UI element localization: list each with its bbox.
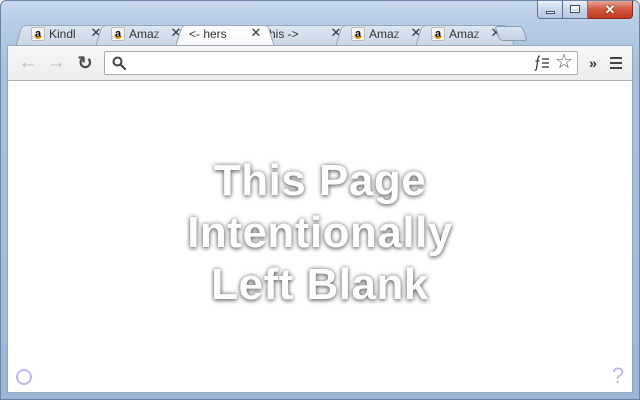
close-icon: ✕	[604, 2, 616, 17]
help-icon[interactable]: ?	[610, 364, 626, 388]
tab-strip: a Kindl ✕ a Amaz ✕ his -> ✕ a Amaz ✕ a A…	[1, 19, 639, 47]
back-button[interactable]: ←	[17, 53, 39, 73]
blank-page-message: This Page Intentionally Left Blank	[8, 155, 632, 311]
tab-title: Amaz	[369, 27, 400, 41]
window-caption-buttons: ✕	[537, 1, 633, 20]
amazon-favicon-icon: a	[431, 27, 445, 41]
forward-button[interactable]: →	[45, 53, 67, 73]
tab-hers[interactable]: <- hers ✕	[175, 21, 275, 47]
amazon-favicon-icon: a	[351, 27, 365, 41]
new-tab-button[interactable]	[494, 26, 528, 41]
message-line: This Page	[213, 156, 427, 205]
maximize-button[interactable]	[563, 1, 588, 19]
extensions-overflow-button[interactable]: »	[586, 54, 600, 72]
tab-title: <- hers	[189, 27, 227, 41]
tab-title: Amaz	[449, 27, 480, 41]
message-line: Intentionally	[187, 208, 453, 257]
maximize-icon	[570, 5, 580, 13]
circle-icon[interactable]	[16, 369, 32, 385]
tab-close-icon[interactable]: ✕	[249, 26, 263, 40]
close-window-button[interactable]: ✕	[588, 1, 633, 19]
browser-toolbar: ← → ↻ ☆ »	[7, 45, 633, 81]
tab-title: Amaz	[129, 27, 160, 41]
omnibox[interactable]: ☆	[104, 51, 578, 75]
browser-window: ✕ a Kindl ✕ a Amaz ✕ his -> ✕ a Amaz ✕ a…	[0, 0, 640, 400]
address-input[interactable]	[131, 53, 521, 73]
function-list-icon[interactable]	[533, 54, 551, 72]
message-line: Left Blank	[211, 260, 429, 309]
tab-title: Kindl	[49, 27, 76, 41]
amazon-favicon-icon: a	[111, 27, 125, 41]
reload-button[interactable]: ↻	[74, 53, 96, 73]
bookmark-star-icon[interactable]: ☆	[554, 52, 574, 72]
tab-title: his ->	[269, 27, 299, 41]
minimize-button[interactable]	[537, 1, 563, 19]
page-content: This Page Intentionally Left Blank ?	[7, 81, 633, 393]
amazon-favicon-icon: a	[31, 27, 45, 41]
minimize-icon	[546, 11, 555, 14]
search-icon	[112, 56, 127, 71]
menu-button[interactable]	[608, 54, 624, 72]
